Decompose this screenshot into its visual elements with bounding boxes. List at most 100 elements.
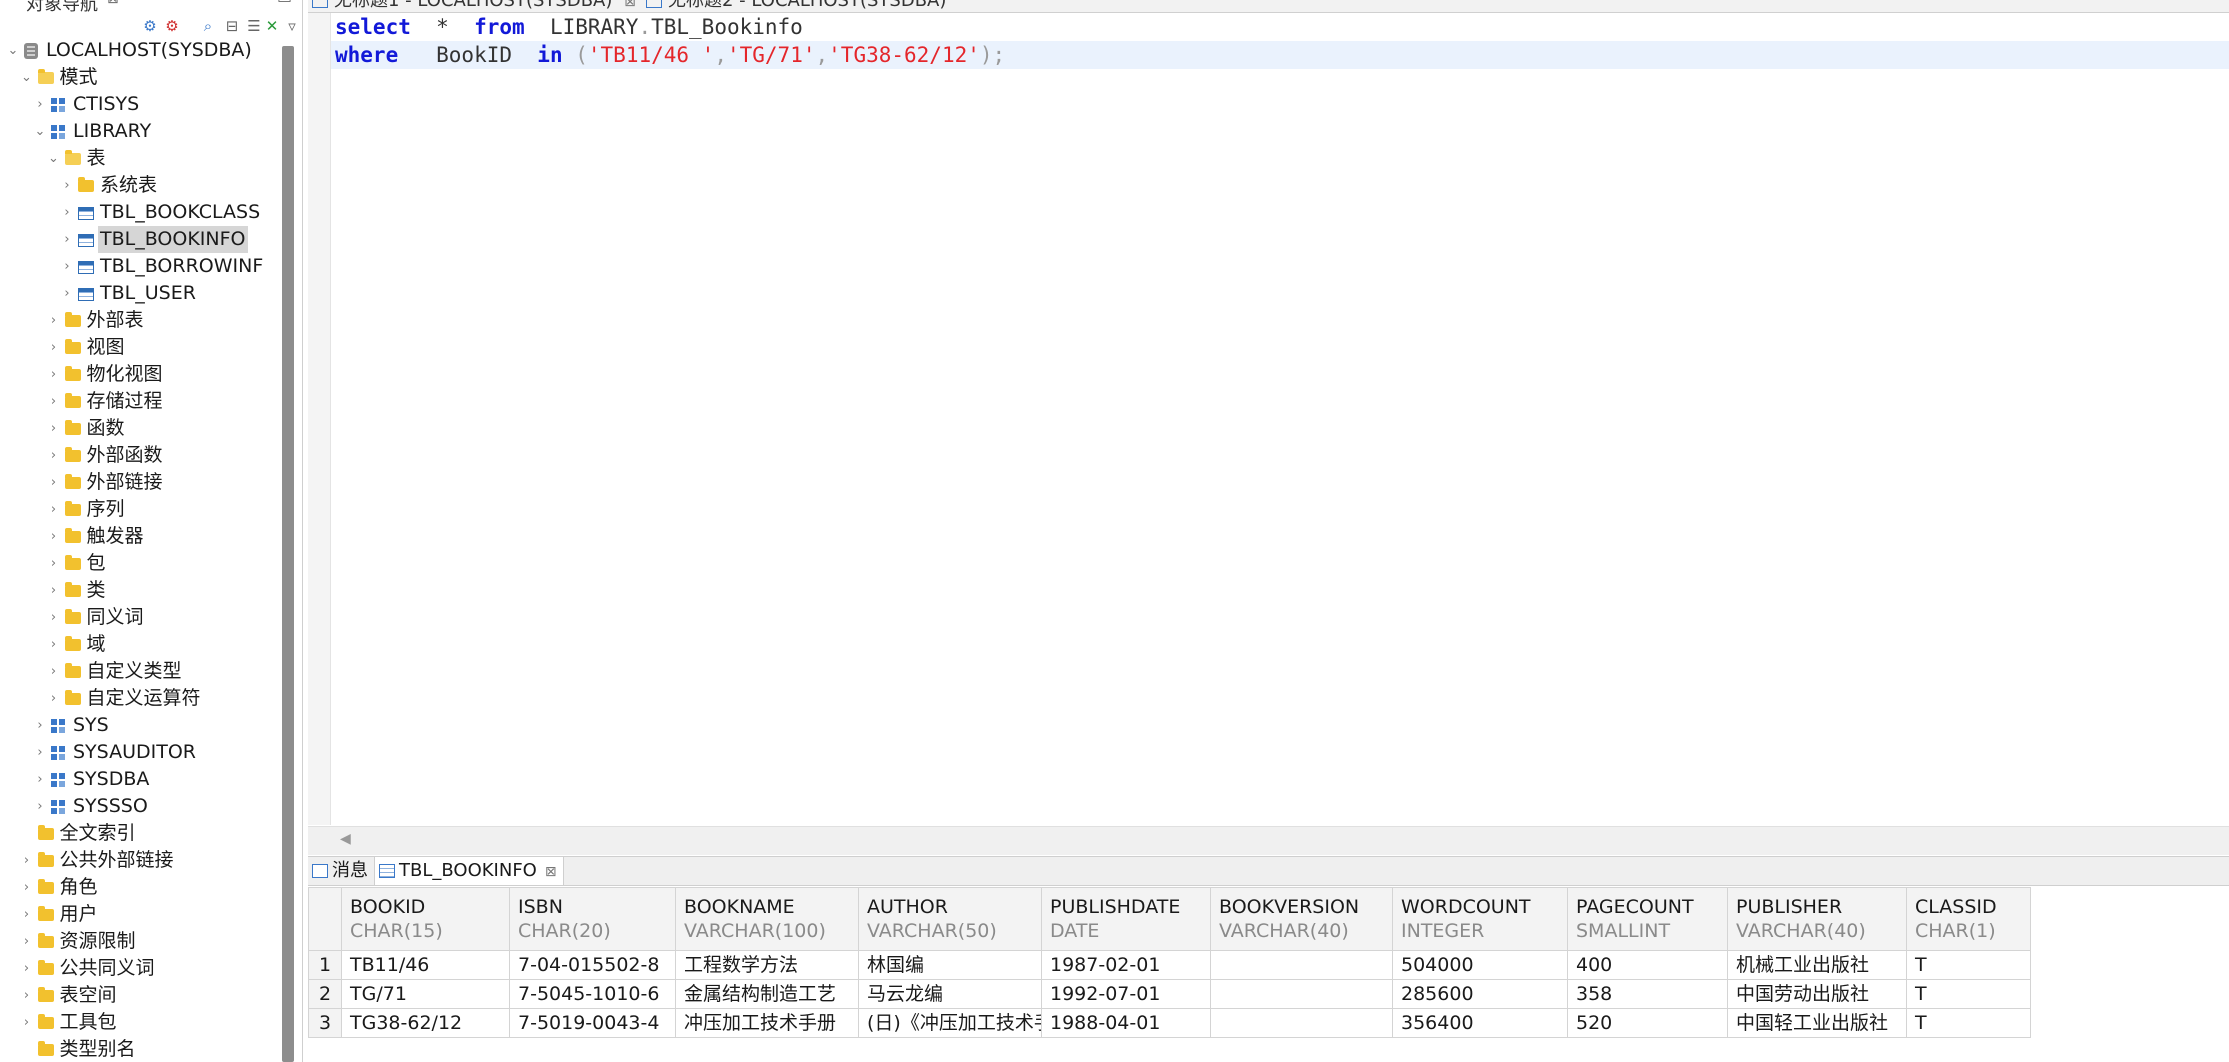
minimize-icon[interactable]: ▭	[277, 0, 292, 7]
tree-item[interactable]: › 用户	[0, 901, 280, 928]
table-cell[interactable]: 中国轻工业出版社	[1727, 1008, 1907, 1038]
table-cell[interactable]: 285600	[1392, 979, 1568, 1009]
collapsed-chevron-icon[interactable]: ›	[47, 334, 61, 361]
tree-item[interactable]: › TBL_BOOKINFO	[0, 226, 280, 253]
tree-item[interactable]: ⌄ LOCALHOST(SYSDBA)	[0, 38, 280, 64]
collapsed-chevron-icon[interactable]: ›	[47, 361, 61, 388]
tree-item[interactable]: › TBL_USER	[0, 280, 280, 307]
sql-line-1[interactable]: select * from LIBRARY.TBL_Bookinfo	[335, 13, 803, 41]
tree-item[interactable]: › 函数	[0, 415, 280, 442]
tab-messages[interactable]: 消息	[312, 857, 368, 885]
column-header-pagecount[interactable]: PAGECOUNT SMALLINT	[1567, 887, 1728, 951]
collapsed-chevron-icon[interactable]: ›	[20, 1009, 34, 1036]
table-cell[interactable]: T	[1906, 950, 2031, 980]
collapsed-chevron-icon[interactable]: ›	[20, 874, 34, 901]
column-header-classid[interactable]: CLASSID CHAR(1)	[1906, 887, 2031, 951]
tab-untitled-2[interactable]: 无标题2 - LOCALHOST(SYSDBA)	[646, 0, 946, 12]
column-header-isbn[interactable]: ISBN CHAR(20)	[509, 887, 676, 951]
collapsed-chevron-icon[interactable]: ›	[33, 739, 47, 766]
collapsed-chevron-icon[interactable]: ›	[47, 523, 61, 550]
tree-item[interactable]: ⌄ 表	[0, 145, 280, 172]
collapsed-chevron-icon[interactable]: ›	[47, 658, 61, 685]
tree-item[interactable]: ⌄ 模式	[0, 64, 280, 91]
row-number[interactable]: 2	[308, 979, 342, 1009]
table-cell[interactable]: 冲压加工技术手册	[675, 1008, 859, 1038]
row-number[interactable]: 1	[308, 950, 342, 980]
result-tab-close-icon[interactable]: ⊠	[545, 864, 557, 880]
collapsed-chevron-icon[interactable]: ›	[47, 496, 61, 523]
tree-item[interactable]: › 触发器	[0, 523, 280, 550]
collapsed-chevron-icon[interactable]: ›	[20, 928, 34, 955]
connect-icon[interactable]: ⚙	[140, 16, 160, 36]
tree-item[interactable]: › 角色	[0, 874, 280, 901]
expand-icon[interactable]: ✕	[262, 16, 282, 36]
collapsed-chevron-icon[interactable]: ›	[20, 955, 34, 982]
collapsed-chevron-icon[interactable]: ›	[47, 577, 61, 604]
navigator-scrollbar[interactable]	[282, 46, 294, 1062]
editor-horizontal-scrollbar[interactable]: ◀	[308, 826, 2229, 855]
tree-item[interactable]: › SYSAUDITOR	[0, 739, 280, 766]
view-menu-icon[interactable]: ▿	[282, 16, 302, 36]
expanded-chevron-icon[interactable]: ⌄	[6, 38, 20, 64]
collapsed-chevron-icon[interactable]: ›	[60, 226, 74, 253]
tree-item[interactable]: › 公共同义词	[0, 955, 280, 982]
table-cell[interactable]: 7-04-015502-8	[509, 950, 676, 980]
search-icon[interactable]: ⌕	[198, 16, 218, 36]
collapsed-chevron-icon[interactable]: ›	[20, 982, 34, 1009]
table-cell[interactable]: 工程数学方法	[675, 950, 859, 980]
table-cell[interactable]: 金属结构制造工艺	[675, 979, 859, 1009]
collapsed-chevron-icon[interactable]: ›	[33, 766, 47, 793]
sql-editor[interactable]: select * from LIBRARY.TBL_Bookinfo where…	[308, 13, 2229, 825]
navigator-close-icon[interactable]: ⊠	[107, 0, 119, 7]
tree-item[interactable]: › SYSSSO	[0, 793, 280, 820]
column-header-bookid[interactable]: BOOKID CHAR(15)	[341, 887, 510, 951]
table-cell[interactable]: 504000	[1392, 950, 1568, 980]
tree-item[interactable]: › 系统表	[0, 172, 280, 199]
expanded-chevron-icon[interactable]: ⌄	[47, 145, 61, 172]
table-cell[interactable]: 400	[1567, 950, 1728, 980]
sql-line-2[interactable]: where BookID in ('TB11/46 ','TG/71','TG3…	[331, 41, 2229, 69]
tab-close-icon[interactable]: ⊠	[624, 0, 636, 10]
tree-item[interactable]: › 外部链接	[0, 469, 280, 496]
tree-item[interactable]: › 包	[0, 550, 280, 577]
collapsed-chevron-icon[interactable]: ›	[47, 469, 61, 496]
collapsed-chevron-icon[interactable]: ›	[33, 712, 47, 739]
tree-item[interactable]: › SYSDBA	[0, 766, 280, 793]
table-cell[interactable]: 中国劳动出版社	[1727, 979, 1907, 1009]
table-cell[interactable]: 1988-04-01	[1041, 1008, 1211, 1038]
tree-item[interactable]: › 序列	[0, 496, 280, 523]
table-cell[interactable]: 7-5019-0043-4	[509, 1008, 676, 1038]
tree-item[interactable]: › 资源限制	[0, 928, 280, 955]
table-cell[interactable]: TB11/46	[341, 950, 510, 980]
expanded-chevron-icon[interactable]: ⌄	[20, 64, 34, 91]
collapsed-chevron-icon[interactable]: ›	[33, 91, 47, 118]
table-row[interactable]: 1 TB11/46 7-04-015502-8 工程数学方法 林国编 1987-02-01…	[308, 950, 2031, 980]
table-cell[interactable]: 马云龙编	[858, 979, 1042, 1009]
tree-item[interactable]: › 视图	[0, 334, 280, 361]
tree-item[interactable]: › TBL_BOOKCLASS	[0, 199, 280, 226]
tree-item[interactable]: › 表空间	[0, 982, 280, 1009]
tree-item[interactable]: › SYS	[0, 712, 280, 739]
filter-icon[interactable]: ☰	[244, 16, 264, 36]
table-cell[interactable]: T	[1906, 1008, 2031, 1038]
collapsed-chevron-icon[interactable]: ›	[33, 793, 47, 820]
tree-item[interactable]: 全文索引	[0, 820, 280, 847]
tree-item[interactable]: › 工具包	[0, 1009, 280, 1036]
collapsed-chevron-icon[interactable]: ›	[47, 307, 61, 334]
disconnect-icon[interactable]: ⚙	[162, 16, 182, 36]
table-cell[interactable]: 林国编	[858, 950, 1042, 980]
tree-item[interactable]: › CTISYS	[0, 91, 280, 118]
scroll-left-icon[interactable]: ◀	[340, 831, 351, 847]
row-number[interactable]: 3	[308, 1008, 342, 1038]
table-row[interactable]: 3 TG38-62/12 7-5019-0043-4 冲压加工技术手册 (日)《冲压加工…	[308, 1008, 2031, 1038]
tree-item[interactable]: 类型别名	[0, 1036, 280, 1062]
tree-item[interactable]: › 类	[0, 577, 280, 604]
table-cell[interactable]: T	[1906, 979, 2031, 1009]
expanded-chevron-icon[interactable]: ⌄	[33, 118, 47, 145]
table-cell[interactable]: (日)《冲压加工技术手册》编委会…	[858, 1008, 1042, 1038]
table-cell[interactable]: 356400	[1392, 1008, 1568, 1038]
tab-result-tbl-bookinfo[interactable]: TBL_BOOKINFO ⊠	[374, 857, 564, 885]
table-cell[interactable]	[1210, 1008, 1393, 1038]
collapsed-chevron-icon[interactable]: ›	[60, 280, 74, 307]
column-header-publisher[interactable]: PUBLISHER VARCHAR(40)	[1727, 887, 1907, 951]
